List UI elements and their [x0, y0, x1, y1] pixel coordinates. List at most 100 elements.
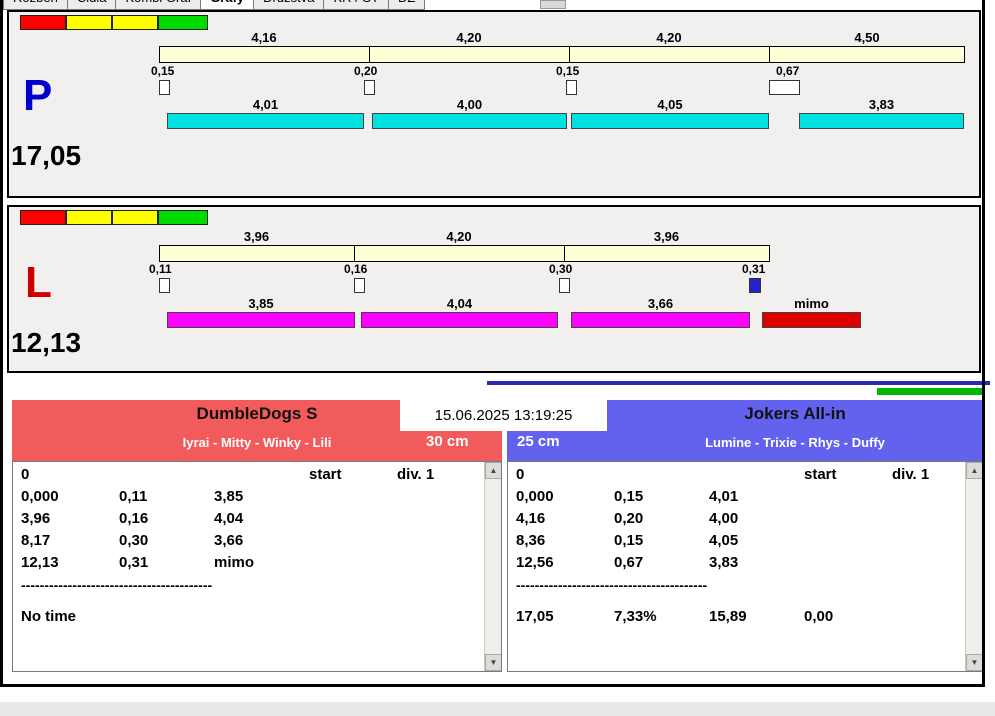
cell: 0,31: [119, 554, 149, 571]
run-bar: [167, 312, 355, 328]
tab-rozbeh[interactable]: Rozbeh: [3, 0, 67, 10]
jump-height-right: 25 cm: [517, 433, 560, 450]
tab-kombi-graf[interactable]: Kombi Graf: [115, 0, 201, 10]
split-bar-segment: [160, 47, 370, 62]
run-time-label: 3,83: [868, 97, 895, 112]
results-divider: ----------------------------------------…: [516, 578, 708, 592]
results-row: 8,17 0,30 3,66: [21, 530, 481, 552]
results-footer-row: No time: [21, 606, 481, 628]
cell: div. 1: [892, 466, 930, 483]
lane-letter-l: L: [25, 258, 52, 307]
cell: mimo: [214, 554, 255, 571]
tab-cidla[interactable]: Čidla: [66, 0, 116, 10]
cell: 0,000: [21, 488, 59, 505]
start-light-green: [158, 210, 208, 225]
clock: 15.06.2025 13:19:25: [400, 400, 607, 431]
cell: 0,20: [614, 510, 644, 527]
changeover-time-label: 0,11: [149, 262, 172, 276]
changeover-indicator: [159, 278, 170, 293]
changeover-time-label: 0,31: [742, 262, 766, 276]
split-bar-segment: [160, 246, 355, 261]
scroll-up-button[interactable]: ▲: [966, 462, 982, 479]
app-window: Rozbeh Čidla Kombi Graf Grafy Družstva K…: [0, 0, 995, 716]
fault-label: mimo: [794, 296, 829, 311]
tab-bar: Rozbeh Čidla Kombi Graf Grafy Družstva K…: [3, 0, 426, 10]
scroll-down-icon: ▼: [489, 658, 498, 667]
split-bar-segment: [770, 47, 964, 62]
team-dogs-right: Lumine - Trixie - Rhys - Duffy: [705, 435, 885, 450]
run-time-label: 4,01: [252, 97, 279, 112]
results-row: 12,56 0,67 3,83: [516, 552, 962, 574]
run-bar: [167, 113, 364, 129]
results-divider: ----------------------------------------…: [21, 578, 213, 592]
scroll-down-button[interactable]: ▼: [966, 654, 982, 671]
start-light-yellow-2: [112, 15, 158, 30]
split-bar: [159, 245, 770, 262]
scroll-up-icon: ▲: [489, 466, 498, 475]
cell: 0: [21, 466, 30, 483]
results-row: 4,16 0,20 4,00: [516, 508, 962, 530]
progress-line-green: [877, 388, 985, 395]
lane-letter-p: P: [23, 71, 53, 120]
split-bar-segment: [370, 47, 570, 62]
changeover-time-label: 0,15: [556, 64, 580, 78]
cell: 8,36: [516, 532, 546, 549]
results-head-row: 0 start div. 1: [516, 464, 962, 486]
changeover-time-label: 0,30: [549, 262, 573, 276]
jump-height-left: 30 cm: [426, 433, 469, 450]
start-light-red: [20, 210, 66, 225]
cell: 8,17: [21, 532, 51, 549]
cell: [119, 606, 214, 628]
split-time-label: 4,50: [854, 30, 880, 45]
cell: 0,00: [804, 608, 834, 625]
run-time-label: 4,00: [456, 97, 483, 112]
run-bar: [571, 312, 750, 328]
split-bar: [159, 46, 965, 63]
cell: 4,01: [709, 488, 739, 505]
tab-druzstva[interactable]: Družstva: [253, 0, 324, 10]
cell: 0,15: [614, 488, 644, 505]
cell: 0,30: [119, 532, 149, 549]
lane-total-time-l: 12,13: [11, 327, 82, 358]
scroll-down-button[interactable]: ▼: [485, 654, 501, 671]
window-border-bottom: [0, 684, 985, 687]
changeover-indicator: [354, 278, 365, 293]
scrollbar-vertical[interactable]: ▲ ▼: [484, 462, 501, 671]
split-bar-segment: [570, 47, 770, 62]
scroll-down-icon: ▼: [970, 658, 979, 667]
changeover-indicator: [559, 278, 570, 293]
results-row: 8,36 0,15 4,05: [516, 530, 962, 552]
cell: 0,67: [614, 554, 644, 571]
changeover-indicator-active: [749, 278, 761, 293]
run-time-label: 3,85: [248, 296, 274, 311]
cell: 4,16: [516, 510, 546, 527]
cell: [309, 606, 397, 628]
scroll-up-icon: ▲: [970, 466, 979, 475]
results-head-row: 0 start div. 1: [21, 464, 481, 486]
cell: 0,15: [614, 532, 644, 549]
cell: 7,33%: [614, 608, 657, 625]
toolbar-button[interactable]: [540, 0, 566, 9]
cell: 17,05: [516, 608, 554, 625]
lane-total-time-p: 17,05: [11, 140, 82, 171]
panel-lane-p: 4,16 4,20 4,20 4,50 0,15 0,20 0,15 0,67 …: [7, 10, 981, 198]
split-time-label: 4,20: [446, 229, 472, 244]
results-footer-row: 17,05 7,33% 15,89 0,00: [516, 606, 962, 628]
scrollbar-vertical[interactable]: ▲ ▼: [965, 462, 982, 671]
split-time-label: 4,20: [456, 30, 482, 45]
cell: 4,04: [214, 510, 244, 527]
cell: 3,96: [21, 510, 51, 527]
results-table-right: 0 start div. 1 0,000 0,15 4,01 4,16 0,20…: [507, 461, 983, 672]
cell: 15,89: [709, 608, 747, 625]
scroll-up-button[interactable]: ▲: [485, 462, 501, 479]
split-time-label: 4,20: [656, 30, 682, 45]
split-time-label: 4,16: [251, 30, 277, 45]
results-row: 0,000 0,11 3,85: [21, 486, 481, 508]
start-light-yellow-2: [112, 210, 158, 225]
tab-grafy[interactable]: Grafy: [200, 0, 254, 10]
tab-kr-st[interactable]: KR / ŠT: [323, 0, 388, 10]
run-bar: [361, 312, 558, 328]
tab-dz[interactable]: DZ: [387, 0, 426, 10]
cell: 3,85: [214, 488, 244, 505]
cell: [214, 606, 309, 628]
